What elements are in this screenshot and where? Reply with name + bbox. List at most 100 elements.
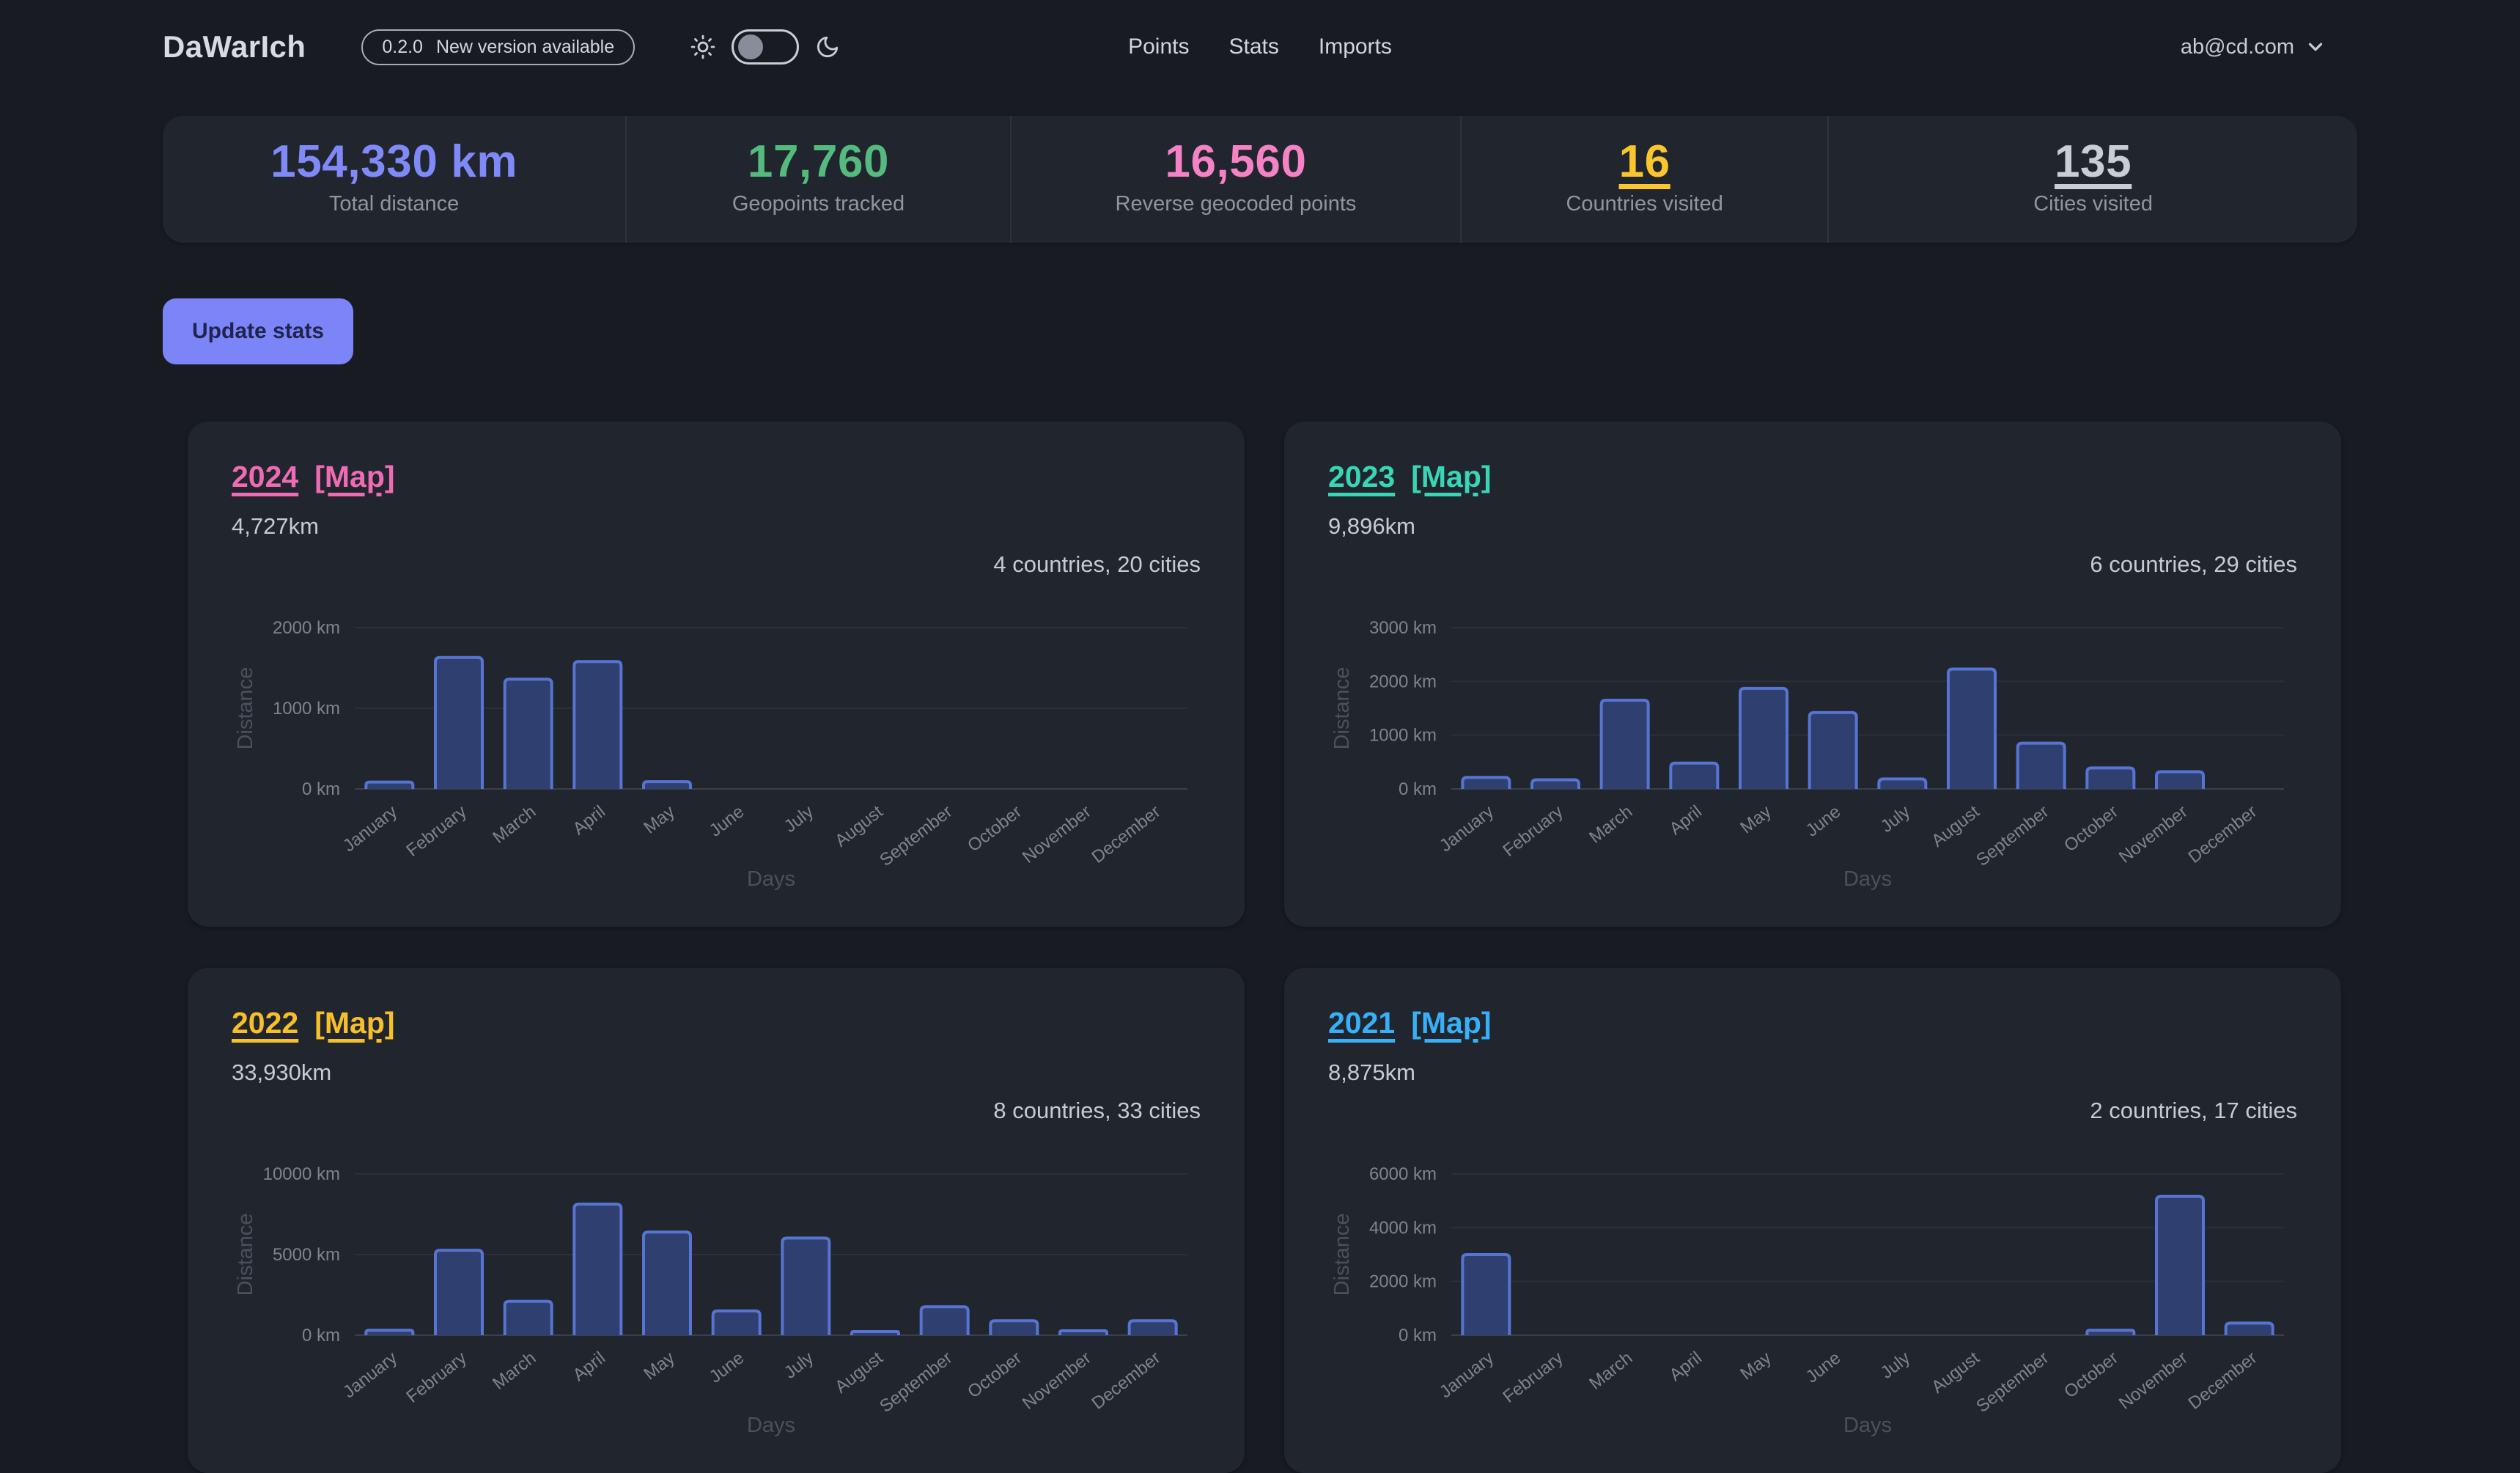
svg-text:4000 km: 4000 km — [1369, 1218, 1437, 1238]
svg-text:October: October — [964, 801, 1025, 856]
stat-countries-label: Countries visited — [1566, 192, 1723, 216]
svg-text:Days: Days — [747, 867, 795, 891]
year-link-2023[interactable]: 2023 — [1328, 460, 1395, 494]
svg-text:June: June — [1802, 1348, 1845, 1386]
svg-text:October: October — [2060, 801, 2122, 856]
stat-reverse-geocoded-value: 16,560 — [1165, 139, 1306, 185]
year-link-2022[interactable]: 2022 — [232, 1006, 298, 1040]
year-card-2022: 2022 [Map] 33,930km 8 countries, 33 citi… — [188, 968, 1245, 1473]
svg-text:1000 km: 1000 km — [1369, 726, 1437, 746]
app-logo[interactable]: DaWarIch — [163, 29, 306, 65]
version-number: 0.2.0 — [382, 37, 423, 58]
svg-text:December: December — [2184, 801, 2261, 867]
svg-text:April: April — [570, 1348, 609, 1385]
year-map-link-2023[interactable]: [Map] — [1411, 460, 1491, 494]
svg-text:2000 km: 2000 km — [273, 618, 340, 638]
svg-text:September: September — [876, 801, 956, 870]
top-navbar: DaWarIch 0.2.0 New version available — [0, 0, 2520, 94]
svg-text:January: January — [1436, 801, 1497, 856]
svg-text:August: August — [1928, 801, 1983, 851]
year-card-title: 2023 [Map] — [1328, 460, 2297, 494]
year-distance: 33,930km — [232, 1059, 1201, 1086]
stat-reverse-geocoded-label: Reverse geocoded points — [1116, 192, 1357, 216]
svg-text:0 km: 0 km — [1399, 1326, 1437, 1345]
year-summary: 2 countries, 17 cities — [1328, 1098, 2297, 1124]
svg-text:3000 km: 3000 km — [1369, 618, 1437, 638]
svg-text:March: March — [1585, 801, 1636, 847]
svg-text:December: December — [1088, 801, 1164, 867]
stat-total-distance: 154,330 km Total distance — [163, 116, 625, 243]
sun-icon — [690, 34, 715, 59]
theme-toggle-group — [690, 29, 840, 65]
svg-text:February: February — [1499, 801, 1566, 860]
year-cards-grid: 2024 [Map] 4,727km 4 countries, 20 citie… — [163, 422, 2357, 1473]
svg-text:Days: Days — [1843, 1414, 1892, 1437]
stat-cities-value[interactable]: 135 — [2055, 139, 2132, 185]
year-map-link-2021[interactable]: [Map] — [1411, 1006, 1491, 1040]
svg-text:September: September — [1972, 1348, 2052, 1417]
year-distance: 8,875km — [1328, 1059, 2297, 1086]
svg-text:February: February — [1499, 1348, 1566, 1406]
svg-text:July: July — [1877, 801, 1914, 837]
stat-total-distance-label: Total distance — [329, 192, 459, 216]
moon-icon — [815, 34, 840, 59]
nav-link-imports[interactable]: Imports — [1319, 34, 1392, 59]
nav-link-stats[interactable]: Stats — [1228, 34, 1278, 59]
stat-reverse-geocoded: 16,560 Reverse geocoded points — [1010, 116, 1460, 243]
svg-text:2000 km: 2000 km — [1369, 672, 1437, 691]
svg-text:Distance: Distance — [234, 667, 257, 750]
year-distance-chart-2022: 0 km5000 km10000 kmDistanceJanuaryFebrua… — [232, 1133, 1201, 1438]
update-stats-button[interactable]: Update stats — [163, 298, 353, 364]
svg-text:June: June — [706, 1348, 748, 1386]
svg-text:May: May — [1736, 801, 1775, 837]
svg-text:April: April — [570, 801, 609, 839]
version-badge[interactable]: 0.2.0 New version available — [361, 29, 635, 65]
user-email: ab@cd.com — [2181, 35, 2294, 59]
stat-geopoints-value: 17,760 — [748, 139, 889, 185]
stat-cities: 135 Cities visited — [1827, 116, 2357, 243]
theme-toggle-switch[interactable] — [732, 29, 799, 65]
svg-text:April: April — [1666, 801, 1706, 839]
year-summary: 8 countries, 33 cities — [232, 1098, 1201, 1124]
svg-text:August: August — [831, 801, 887, 851]
svg-text:May: May — [1736, 1348, 1775, 1384]
svg-text:May: May — [640, 1348, 678, 1384]
svg-text:0 km: 0 km — [302, 779, 340, 799]
svg-text:0 km: 0 km — [302, 1326, 340, 1345]
svg-text:September: September — [876, 1348, 956, 1417]
year-link-2021[interactable]: 2021 — [1328, 1006, 1395, 1040]
svg-text:0 km: 0 km — [1399, 779, 1437, 799]
stat-countries-value[interactable]: 16 — [1619, 139, 1670, 185]
svg-text:May: May — [640, 801, 678, 837]
year-distance: 9,896km — [1328, 513, 2297, 540]
nav-link-points[interactable]: Points — [1128, 34, 1189, 59]
stat-cities-label: Cities visited — [2033, 192, 2153, 216]
user-menu-button[interactable]: ab@cd.com — [2172, 34, 2335, 61]
svg-text:July: July — [1877, 1348, 1914, 1383]
year-distance-chart-2023: 0 km1000 km2000 km3000 kmDistanceJanuary… — [1328, 587, 2297, 892]
svg-text:6000 km: 6000 km — [1369, 1164, 1437, 1184]
svg-text:Days: Days — [1843, 867, 1892, 891]
stat-total-distance-value: 154,330 km — [270, 139, 517, 185]
year-map-link-2022[interactable]: [Map] — [314, 1006, 394, 1040]
year-distance-chart-2024: 0 km1000 km2000 kmDistanceJanuaryFebruar… — [232, 587, 1201, 892]
svg-text:November: November — [2115, 1348, 2192, 1413]
year-summary: 4 countries, 20 cities — [232, 551, 1201, 578]
year-map-link-2024[interactable]: [Map] — [314, 460, 394, 494]
year-link-2024[interactable]: 2024 — [232, 460, 298, 494]
year-card-2021: 2021 [Map] 8,875km 2 countries, 17 citie… — [1284, 968, 2341, 1473]
year-card-2023: 2023 [Map] 9,896km 6 countries, 29 citie… — [1284, 422, 2341, 927]
svg-text:5000 km: 5000 km — [273, 1245, 340, 1265]
svg-text:July: July — [781, 1348, 817, 1383]
stat-geopoints: 17,760 Geopoints tracked — [625, 116, 1010, 243]
svg-text:June: June — [1802, 801, 1845, 840]
svg-text:February: February — [402, 1348, 470, 1406]
svg-text:March: March — [489, 1348, 539, 1393]
year-summary: 6 countries, 29 cities — [1328, 551, 2297, 578]
svg-text:Distance: Distance — [234, 1213, 257, 1296]
main-nav: Points Stats Imports — [1128, 34, 1392, 59]
svg-text:1000 km: 1000 km — [273, 699, 340, 719]
svg-text:August: August — [831, 1348, 887, 1397]
chevron-down-icon — [2305, 36, 2326, 58]
stats-strip: 154,330 km Total distance 17,760 Geopoin… — [163, 116, 2357, 243]
